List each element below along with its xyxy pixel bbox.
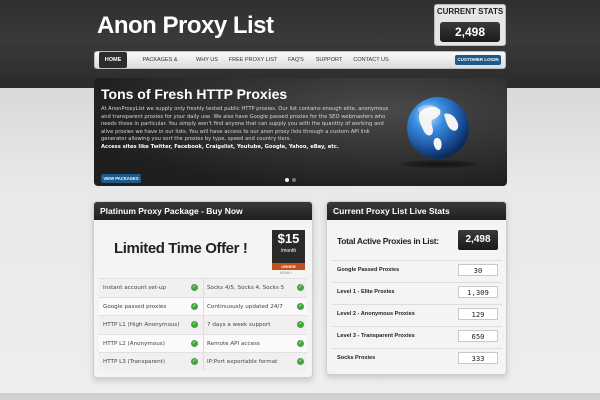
total-active-label: Total Active Proxies in List: bbox=[337, 236, 439, 246]
stat-row-level2: Level 2 - Anonymous Proxies 129 bbox=[332, 304, 502, 322]
current-stats-box: CURRENT STATS 2,498 bbox=[434, 4, 506, 46]
check-icon: ✓ bbox=[297, 358, 304, 365]
table-row: HTTP L1 (High Anonymous) ✓ 7 days a week… bbox=[99, 315, 307, 334]
footer-strip bbox=[0, 393, 600, 400]
feature-left: HTTP L3 (Transparent) bbox=[103, 359, 166, 365]
view-packages-button[interactable]: VIEW PACKAGES bbox=[101, 174, 141, 183]
stat-value: 333 bbox=[458, 352, 498, 364]
package-panel-title: Platinum Proxy Package - Buy Now bbox=[94, 202, 312, 220]
check-icon: ✓ bbox=[191, 284, 198, 291]
nav-item-contact-us[interactable]: CONTACT US bbox=[351, 52, 391, 68]
stat-row-level1: Level 1 - Elite Proxies 1,309 bbox=[332, 282, 502, 300]
price-period: /month bbox=[280, 248, 297, 254]
order-button[interactable]: ORDER bbox=[272, 263, 305, 270]
table-row: HTTP L3 (Transparent) ✓ IP:Port exportab… bbox=[99, 352, 307, 371]
table-row: Instant account set-up ✓ Socks 4/5, Sock… bbox=[99, 278, 307, 297]
current-stats-title: CURRENT STATS bbox=[436, 7, 504, 16]
nav-item-why-us[interactable]: WHY US bbox=[193, 52, 221, 68]
hero-body: At AnonProxyList we supply only freshly … bbox=[101, 106, 389, 143]
hero-banner: Tons of Fresh HTTP Proxies At AnonProxyL… bbox=[94, 78, 507, 186]
total-active-value: 2,498 bbox=[458, 230, 498, 250]
slider-dot[interactable] bbox=[292, 178, 296, 182]
nav-item-home[interactable]: HOME bbox=[99, 52, 127, 68]
feature-right: IP:Port exportable format bbox=[207, 359, 278, 365]
site-logo[interactable]: Anon Proxy List bbox=[97, 12, 274, 40]
price-amount: $15 bbox=[277, 231, 300, 246]
hero-sites: Access sites like Twitter, Facebook, Cra… bbox=[101, 143, 339, 150]
feature-right: Socks 4/5, Socks 4, Socks 5 bbox=[207, 285, 285, 291]
stat-value: 650 bbox=[458, 330, 498, 342]
feature-right: 7 days a week support bbox=[207, 322, 271, 328]
check-icon: ✓ bbox=[191, 358, 198, 365]
limited-offer-text: Limited Time Offer ! bbox=[114, 240, 248, 257]
feature-right: Continuously updated 24/7 bbox=[207, 303, 283, 310]
price-tag: $15 /month bbox=[272, 230, 305, 263]
check-icon: ✓ bbox=[191, 321, 198, 328]
feature-left: HTTP L1 (High Anonymous) bbox=[103, 322, 180, 328]
check-icon: ✓ bbox=[191, 339, 198, 347]
stat-label: Google Passed Proxies bbox=[337, 267, 400, 273]
check-icon: ✓ bbox=[297, 284, 304, 291]
current-stats-value: 2,498 bbox=[440, 22, 500, 42]
globe-icon bbox=[407, 97, 469, 159]
stat-value: 1,309 bbox=[458, 286, 498, 298]
nav-item-support[interactable]: SUPPORT bbox=[313, 52, 345, 68]
stat-value: 30 bbox=[458, 264, 498, 276]
stat-label: Socks Proxies bbox=[337, 355, 376, 361]
slider-dot-active[interactable] bbox=[285, 178, 289, 182]
table-row: Google passed proxies ✓ Continuously upd… bbox=[99, 296, 307, 316]
nav-item-packages[interactable]: PACKAGES & PRICING bbox=[131, 52, 189, 79]
check-icon: ✓ bbox=[297, 302, 304, 310]
stat-row-level3: Level 3 - Transparent Proxies 650 bbox=[332, 326, 502, 344]
nav-item-free-proxy-list[interactable]: FREE PROXY LIST bbox=[228, 52, 278, 68]
hero-text: At AnonProxyList we supply only freshly … bbox=[101, 106, 391, 152]
check-icon: ✓ bbox=[297, 339, 304, 347]
features-table: Instant account set-up ✓ Socks 4/5, Sock… bbox=[99, 278, 307, 371]
live-stats-title: Current Proxy List Live Stats bbox=[327, 202, 506, 220]
hero-title: Tons of Fresh HTTP Proxies bbox=[101, 86, 288, 102]
check-icon: ✓ bbox=[191, 302, 198, 310]
stat-value: 129 bbox=[458, 308, 498, 320]
stat-label: Level 3 - Transparent Proxies bbox=[337, 333, 415, 339]
customer-login-button[interactable]: CUSTOMER LOGIN bbox=[455, 55, 501, 65]
feature-left: Instant account set-up bbox=[103, 285, 166, 291]
feature-right: Remote API access bbox=[207, 340, 260, 347]
site-header: Anon Proxy List CURRENT STATS 2,498 bbox=[0, 0, 600, 50]
stat-label: Level 2 - Anonymous Proxies bbox=[337, 311, 415, 317]
table-row: HTTP L2 (Anonymous) ✓ Remote API access … bbox=[99, 333, 307, 353]
live-stats-panel: Current Proxy List Live Stats Total Acti… bbox=[326, 201, 507, 375]
feature-left: HTTP L2 (Anonymous) bbox=[103, 340, 165, 347]
check-icon: ✓ bbox=[297, 321, 304, 328]
feature-left: Google passed proxies bbox=[103, 303, 167, 310]
stat-row-google-passed: Google Passed Proxies 30 bbox=[332, 260, 502, 278]
globe-shadow bbox=[400, 160, 478, 168]
main-nav: HOME PACKAGES & PRICING WHY US FREE PROX… bbox=[94, 51, 506, 79]
stat-label: Level 1 - Elite Proxies bbox=[337, 289, 395, 295]
order-now-text: NOW!! bbox=[280, 271, 292, 275]
package-panel: Platinum Proxy Package - Buy Now Limited… bbox=[93, 201, 313, 378]
stat-row-socks: Socks Proxies 333 bbox=[332, 348, 502, 366]
nav-item-faqs[interactable]: FAQ'S bbox=[284, 52, 308, 68]
